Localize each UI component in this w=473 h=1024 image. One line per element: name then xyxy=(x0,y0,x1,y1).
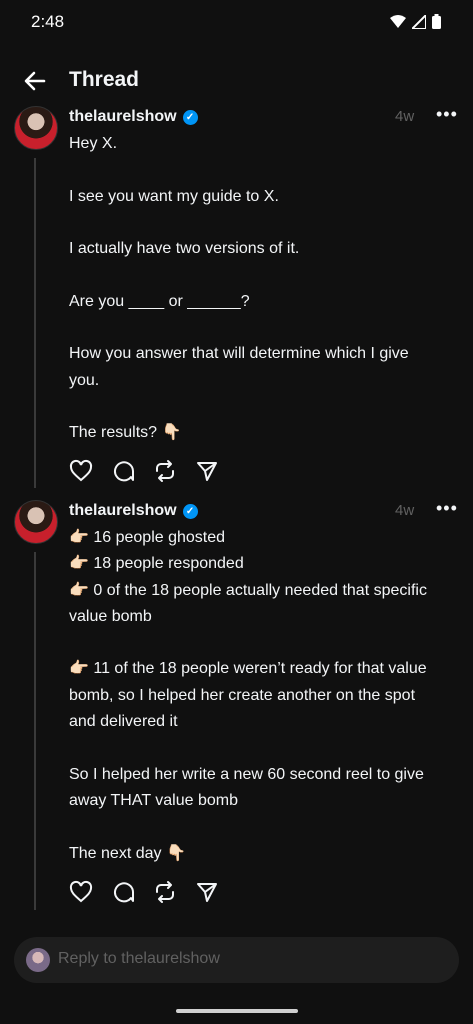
repost-icon[interactable] xyxy=(153,880,177,904)
post-line: 👉🏻 16 people ghosted xyxy=(69,529,226,546)
post-line: bomb, so I helped her create another on … xyxy=(69,686,416,704)
send-icon[interactable] xyxy=(195,880,219,904)
post-actions xyxy=(69,880,219,904)
reply-input-bar[interactable]: Reply to thelaurelshow xyxy=(14,937,459,983)
post-line: away THAT value bomb xyxy=(69,791,238,809)
post-line: So I helped her write a new 60 second re… xyxy=(69,765,424,783)
heart-icon[interactable] xyxy=(69,880,93,904)
post-body: 👉🏻 16 people ghosted 👉🏻 18 people respon… xyxy=(69,525,461,867)
comment-bubble-icon[interactable] xyxy=(111,880,135,904)
more-horizontal-icon[interactable]: ••• xyxy=(436,498,458,519)
post-line: 👉🏻 11 of the 18 people weren’t ready for… xyxy=(69,660,427,678)
post-line: and delivered it xyxy=(69,713,178,731)
thread-connector-line xyxy=(34,552,36,910)
username-text: thelaurelshow xyxy=(69,502,177,519)
username[interactable]: thelaurelshow ✓ xyxy=(69,502,198,520)
post-line: 👉🏻 18 people responded xyxy=(69,555,244,573)
post-line: The next day 👇🏻 xyxy=(69,844,186,862)
avatar xyxy=(26,948,50,972)
post-line: 👉🏻 0 of the 18 people actually needed th… xyxy=(69,581,427,599)
post-line: value bomb xyxy=(69,607,152,625)
reply-placeholder[interactable]: Reply to thelaurelshow xyxy=(58,950,220,968)
thread-post-2: thelaurelshow ✓ 4w ••• 👉🏻 16 people ghos… xyxy=(0,0,473,930)
post-age: 4w xyxy=(395,502,415,519)
verified-badge-icon: ✓ xyxy=(182,503,198,519)
home-indicator[interactable] xyxy=(176,1009,298,1013)
avatar[interactable] xyxy=(14,500,58,544)
